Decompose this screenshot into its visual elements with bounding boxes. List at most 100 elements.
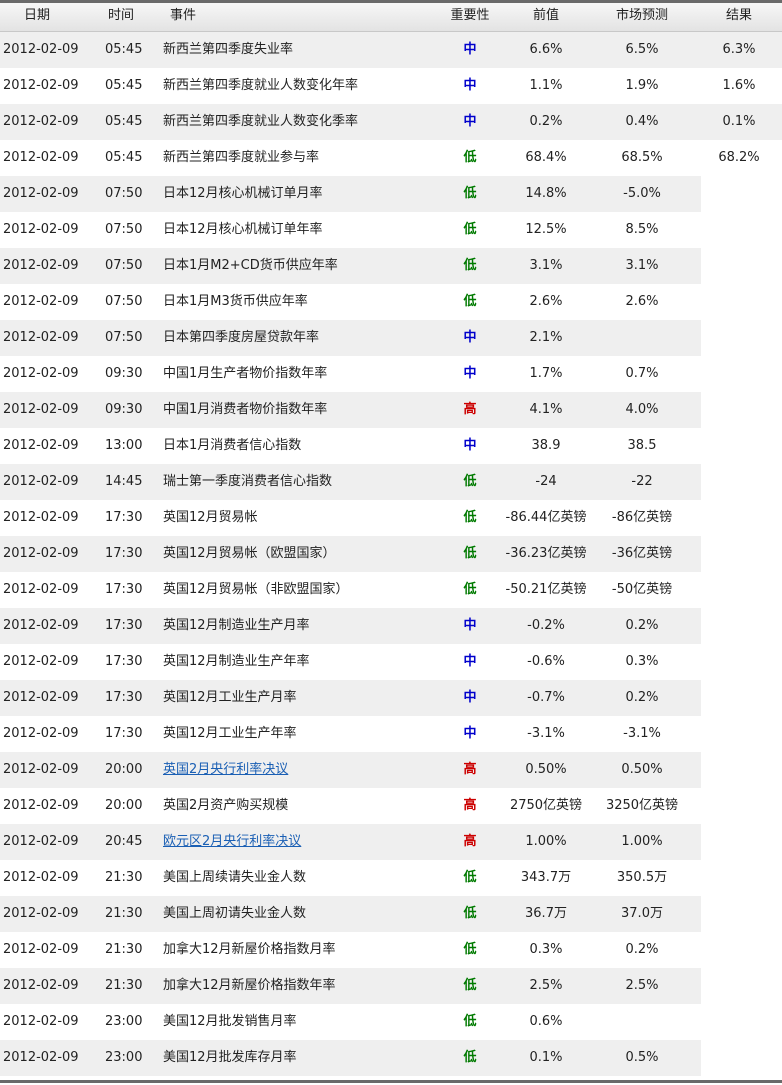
importance-badge: 低 <box>463 1014 477 1029</box>
cell-time: 17:30 <box>105 690 143 705</box>
cell-result <box>700 212 778 248</box>
cell-forecast: 4.0% <box>625 402 659 417</box>
table-row: 2012-02-09 13:00 日本1月消费者信心指数中 38.9 38.5 <box>0 428 782 464</box>
table-row: 2012-02-09 21:30 加拿大12月新屋价格指数月率低 0.3% 0.2% <box>0 932 782 968</box>
cell-event: 日本1月消费者信心指数 <box>163 438 302 453</box>
cell-forecast: 2.5% <box>625 978 659 993</box>
table-row: 2012-02-09 17:30 英国12月制造业生产月率中 -0.2% 0.2% <box>0 608 782 644</box>
importance-badge: 低 <box>463 474 477 489</box>
cell-event: 日本1月M2+CD货币供应年率 <box>163 258 338 273</box>
cell-forecast: 0.2% <box>625 942 659 957</box>
cell-time: 09:30 <box>105 402 143 417</box>
cell-forecast: 0.2% <box>625 618 659 633</box>
cell-forecast: 3.1% <box>625 258 659 273</box>
event-link-text[interactable]: 欧元区2月央行利率决议 <box>163 834 301 849</box>
cell-time: 07:50 <box>105 186 143 201</box>
cell-time: 05:45 <box>105 150 143 165</box>
importance-badge: 高 <box>463 402 477 417</box>
cell-date: 2012-02-09 <box>3 942 79 957</box>
table-row: 2012-02-09 17:30 英国12月贸易帐（非欧盟国家）低 -50.21亿英镑… <box>0 572 782 608</box>
cell-result <box>700 464 778 500</box>
cell-date: 2012-02-09 <box>3 258 79 273</box>
cell-date: 2012-02-09 <box>3 834 79 849</box>
importance-badge: 中 <box>463 726 477 741</box>
cell-forecast: 0.5% <box>625 1050 659 1065</box>
cell-result <box>700 248 778 284</box>
cell-event: 中国1月生产者物价指数年率 <box>163 366 328 381</box>
cell-result <box>700 716 778 752</box>
importance-badge: 中 <box>463 42 477 57</box>
cell-date: 2012-02-09 <box>3 870 79 885</box>
cell-event: 日本12月核心机械订单月率 <box>163 186 323 201</box>
table-row: 2012-02-09 23:00 美国12月批发销售月率低 0.6% <box>0 1004 782 1040</box>
table-row: 2012-02-09 07:50 日本12月核心机械订单年率低 12.5% 8.5% <box>0 212 782 248</box>
event-link[interactable]: 英国2月央行利率决议 <box>163 752 438 788</box>
cell-time: 17:30 <box>105 510 143 525</box>
header-event: 事件 <box>170 8 197 23</box>
cell-event: 瑞士第一季度消费者信心指数 <box>163 474 333 489</box>
cell-result <box>700 356 778 392</box>
cell-result <box>700 896 778 932</box>
cell-forecast: 68.5% <box>621 150 663 165</box>
cell-date: 2012-02-09 <box>3 78 79 93</box>
importance-badge: 中 <box>463 78 477 93</box>
event-link-text[interactable]: 英国2月央行利率决议 <box>163 762 288 777</box>
cell-date: 2012-02-09 <box>3 690 79 705</box>
table-row: 2012-02-09 17:30 英国12月贸易帐（欧盟国家）低 -36.23亿英镑 -… <box>0 536 782 572</box>
cell-event: 英国12月贸易帐（欧盟国家） <box>163 546 336 561</box>
cell-date: 2012-02-09 <box>3 438 79 453</box>
cell-date: 2012-02-09 <box>3 654 79 669</box>
table-row: 2012-02-09 07:50 日本1月M2+CD货币供应年率低 3.1% 3.1% <box>0 248 782 284</box>
cell-event: 美国上周续请失业金人数 <box>163 870 307 885</box>
importance-badge: 高 <box>463 798 477 813</box>
event-link[interactable]: 欧元区2月央行利率决议 <box>163 824 438 860</box>
cell-event: 美国上周初请失业金人数 <box>163 906 307 921</box>
importance-badge: 中 <box>463 654 477 669</box>
cell-forecast: -50亿英镑 <box>611 582 673 597</box>
importance-badge: 低 <box>463 510 477 525</box>
cell-time: 07:50 <box>105 258 143 273</box>
cell-event: 加拿大12月新屋价格指数月率 <box>163 942 336 957</box>
cell-event: 新西兰第四季度就业人数变化季率 <box>163 114 359 129</box>
table-row: 2012-02-09 20:00 英国2月资产购买规模高 2750亿英镑 3250亿英镑 <box>0 788 782 824</box>
cell-date: 2012-02-09 <box>3 114 79 129</box>
cell-time: 13:00 <box>105 438 143 453</box>
cell-result <box>700 824 778 860</box>
importance-badge: 低 <box>463 186 477 201</box>
cell-event: 新西兰第四季度就业参与率 <box>163 150 320 165</box>
cell-time: 07:50 <box>105 294 143 309</box>
table-row: 2012-02-09 17:30 英国12月制造业生产年率中 -0.6% 0.3% <box>0 644 782 680</box>
importance-badge: 低 <box>463 546 477 561</box>
cell-result <box>700 680 778 716</box>
table-row: 2012-02-09 20:00 英国2月央行利率决议高 0.50% 0.50% <box>0 752 782 788</box>
cell-event: 加拿大12月新屋价格指数年率 <box>163 978 336 993</box>
cell-event: 英国2月资产购买规模 <box>163 798 289 813</box>
cell-time: 20:00 <box>105 762 143 777</box>
table-row: 2012-02-09 17:30 英国12月工业生产月率中 -0.7% 0.2% <box>0 680 782 716</box>
cell-date: 2012-02-09 <box>3 186 79 201</box>
cell-date: 2012-02-09 <box>3 618 79 633</box>
cell-result: 6.3% <box>722 42 756 57</box>
cell-forecast: 2.6% <box>625 294 659 309</box>
cell-forecast: 6.5% <box>625 42 659 57</box>
cell-result <box>700 320 778 356</box>
cell-time: 21:30 <box>105 942 143 957</box>
cell-forecast: 0.2% <box>625 690 659 705</box>
importance-badge: 中 <box>463 690 477 705</box>
cell-forecast: 0.3% <box>625 654 659 669</box>
cell-date: 2012-02-09 <box>3 222 79 237</box>
importance-badge: 低 <box>463 150 477 165</box>
cell-event: 新西兰第四季度失业率 <box>163 42 294 57</box>
cell-time: 17:30 <box>105 546 143 561</box>
cell-result <box>700 608 778 644</box>
cell-forecast: -5.0% <box>623 186 661 201</box>
cell-date: 2012-02-09 <box>3 762 79 777</box>
cell-date: 2012-02-09 <box>3 978 79 993</box>
cell-event: 英国12月制造业生产月率 <box>163 618 310 633</box>
cell-result <box>700 284 778 320</box>
cell-forecast: 3250亿英镑 <box>605 798 679 813</box>
header-result: 结果 <box>725 8 752 23</box>
cell-date: 2012-02-09 <box>3 330 79 345</box>
importance-badge: 低 <box>463 906 477 921</box>
importance-badge: 高 <box>463 762 477 777</box>
